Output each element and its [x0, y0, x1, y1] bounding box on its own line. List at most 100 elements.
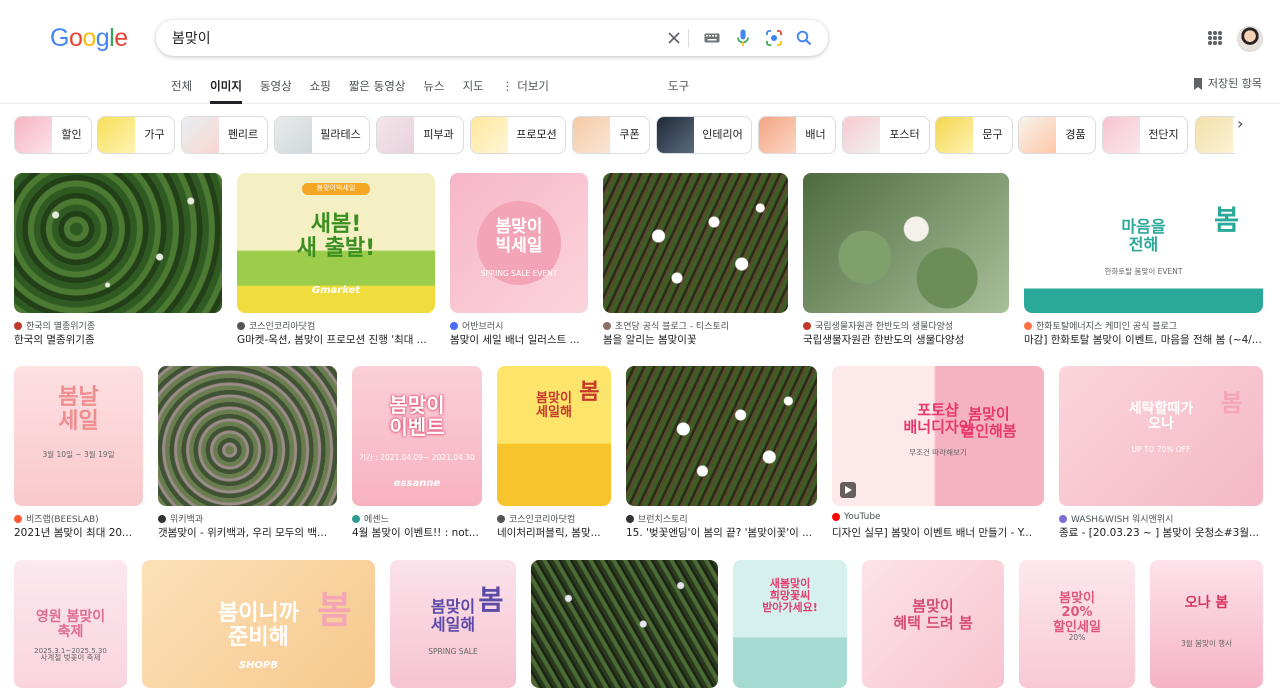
result-source[interactable]: 코스인코리아닷컴 [237, 319, 435, 332]
chip-label: 전단지 [1148, 128, 1179, 141]
result-thumbnail[interactable]: 봄맞이 세일해 봄 [497, 366, 611, 506]
chip-3[interactable]: 필라테스 [274, 116, 370, 154]
result-thumbnail[interactable]: 세탁할때가 오나 봄 UP TO 70% OFF [1059, 366, 1263, 506]
image-small-text: SPRING SALE [428, 646, 478, 656]
result-thumbnail[interactable]: 봄이니까 준비해 봄 SHOPB [142, 560, 375, 688]
result-thumbnail[interactable]: 영원 봄맞이 축제 사계절 벚꽃이 축제 2025.3.1~2025.5.30 [14, 560, 127, 688]
result-source[interactable]: 비즈랩(BEESLAB) [14, 512, 143, 525]
chip-8[interactable]: 배너 [758, 116, 836, 154]
result-source[interactable]: 코스인코리아닷컴 [497, 512, 611, 525]
result-title[interactable]: 종료 - [20.03.23 ~ ] 봄맞이 웃청소#3월... [1059, 525, 1263, 540]
chip-11[interactable]: 경품 [1018, 116, 1096, 154]
chip-6[interactable]: 쿠폰 [572, 116, 650, 154]
result-title[interactable]: 국립생물자원관 한반도의 생물다양성 [803, 332, 1009, 347]
result-thumbnail[interactable] [158, 366, 337, 506]
result-thumbnail[interactable] [531, 560, 718, 688]
result-source[interactable]: 에센느 [352, 512, 482, 525]
image-headline: 봄맞이 20% 할인세일 [1053, 591, 1101, 635]
chip-2[interactable]: 펜리르 [181, 116, 268, 154]
result-title[interactable]: G마켓-옥션, 봄맞이 프로모션 진행 '최대 ... [237, 332, 435, 347]
chip-7[interactable]: 인테리어 [656, 116, 752, 154]
result-thumbnail[interactable] [14, 173, 222, 313]
apps-grid-icon[interactable] [1208, 31, 1222, 45]
result-source[interactable]: 초연당 공식 블로그 - 티스토리 [603, 319, 788, 332]
source-name: 브런치스토리 [638, 515, 688, 525]
image-headline-2: 봄맞이 할인해봄 [961, 405, 1017, 440]
chip-1[interactable]: 가구 [97, 116, 175, 154]
avatar[interactable] [1237, 26, 1263, 52]
result-thumbnail[interactable]: 새봄맞이 희망꽃씨 받아가세요! [733, 560, 847, 688]
chevron-right-icon[interactable]: › [1237, 115, 1255, 133]
chip-label: 가구 [144, 128, 165, 141]
result-source[interactable]: WASH&WISH 워시앤위시 [1059, 512, 1263, 525]
chip-label: 피부과 [423, 128, 454, 141]
image-big-text: 봄 [317, 588, 352, 632]
saved-items-button[interactable]: 저장된 항목 [1193, 72, 1262, 96]
result-title[interactable]: 마감] 한화토탈 봄맞이 이벤트, 마음을 전해 봄 (~4/... [1024, 332, 1263, 347]
chip-thumbnail [573, 117, 610, 153]
chip-4[interactable]: 피부과 [376, 116, 464, 154]
result-title[interactable]: 갯봄맞이 - 위키백과, 우리 모두의 백... [158, 525, 337, 540]
chip-10[interactable]: 문구 [935, 116, 1013, 154]
result-title[interactable]: 2021년 봄맞이 최대 20... [14, 525, 143, 540]
source-name: 비즈랩(BEESLAB) [26, 515, 99, 525]
result-thumbnail[interactable]: 새봄! 새 출발! Gmarket 봄맞이빅세일 [237, 173, 435, 313]
google-logo[interactable]: Google [50, 24, 128, 53]
tab-short-videos[interactable]: 짧은 동영상 [349, 72, 406, 104]
microphone-icon[interactable] [733, 28, 753, 48]
chip-5[interactable]: 프로모션 [470, 116, 566, 154]
source-favicon-icon [1059, 514, 1067, 523]
tab-all[interactable]: 전체 [171, 72, 192, 104]
result-source[interactable]: 한화토탈에너지스 케미인 공식 블로그 [1024, 319, 1263, 332]
source-name: 위키백과 [170, 515, 204, 525]
tab-maps[interactable]: 지도 [463, 72, 484, 104]
result-thumbnail[interactable] [626, 366, 817, 506]
result-thumbnail[interactable]: 봄맞이 20% 할인세일 20% [1019, 560, 1135, 688]
result-title[interactable]: 한국의 멸종위기종 [14, 332, 222, 347]
chip-9[interactable]: 포스터 [842, 116, 930, 154]
keyboard-icon[interactable] [702, 28, 722, 48]
tab-videos[interactable]: 동영상 [260, 72, 292, 104]
tab-news[interactable]: 뉴스 [423, 72, 444, 104]
chip-thumbnail [98, 117, 135, 153]
result-thumbnail[interactable]: 봄맞이 혜택 드려 봄 [862, 560, 1004, 688]
tab-more[interactable]: ⋮ 더보기 [502, 72, 549, 104]
camera-lens-icon[interactable] [764, 28, 784, 48]
result-title[interactable]: 디자인 실무] 봄맞이 이벤트 배너 만들기 - Y... [832, 525, 1044, 540]
result-thumbnail[interactable] [803, 173, 1009, 313]
result-title[interactable]: 4월 봄맞이 이벤트!! : not... [352, 525, 482, 540]
result-source[interactable]: 국립생물자원관 한반도의 생물다양성 [803, 319, 1009, 332]
source-favicon-icon [497, 514, 505, 523]
result-source[interactable]: 한국의 멸종위기종 [14, 319, 222, 332]
tab-shopping[interactable]: 쇼핑 [310, 72, 331, 104]
result-thumbnail[interactable]: 봄맞이 세일해 봄 SPRING SALE [390, 560, 516, 688]
result-source[interactable]: 어반브러시 [450, 319, 588, 332]
result-thumbnail[interactable]: 봄맞이 이벤트 기간 : 2021.04.09~ 2021.04.30 essann… [352, 366, 482, 506]
image-small-text-2: 2025.3.1~2025.5.30 [34, 647, 107, 655]
tools-button[interactable]: 도구 [668, 72, 689, 100]
chip-partial[interactable] [1195, 116, 1235, 154]
clear-icon[interactable] [664, 28, 684, 48]
result-title[interactable]: 네이처리퍼블릭, 봄맞... [497, 525, 611, 540]
chip-0[interactable]: 할인 [14, 116, 92, 154]
result-thumbnail[interactable] [603, 173, 788, 313]
chip-thumbnail [1196, 117, 1233, 153]
result-source[interactable]: YouTube [832, 512, 1044, 522]
result-title[interactable]: 봄맞이 세일 배너 일러스트 ... [450, 332, 588, 347]
result-thumbnail[interactable]: 봄맞이 빅세일 SPRING SALE EVENT [450, 173, 588, 313]
source-favicon-icon [14, 321, 22, 330]
result-title[interactable]: 15. '벚꽃엔딩'이 봄의 끝? '봄맞이꽃'이 ... [626, 525, 817, 540]
image-headline: 봄맞이 빅세일 [495, 217, 543, 256]
chip-12[interactable]: 전단지 [1102, 116, 1188, 154]
result-source[interactable]: 위키백과 [158, 512, 337, 525]
more-vert-icon: ⋮ [501, 79, 514, 93]
search-input[interactable] [172, 28, 642, 48]
result-thumbnail[interactable]: 포토샵 배너디자인 봄맞이 할인해봄 무조건 따라해보기 [832, 366, 1044, 506]
result-thumbnail[interactable]: 오나 봄 3월 봄맞이 행사 [1150, 560, 1263, 688]
result-source[interactable]: 브런치스토리 [626, 512, 817, 525]
result-thumbnail[interactable]: 봄날 세일 3월 10일 ~ 3월 19일 [14, 366, 143, 506]
result-thumbnail[interactable]: 마음을 전해 봄 한화토탈 봄맞이 EVENT [1024, 173, 1263, 313]
tab-images[interactable]: 이미지 [210, 72, 242, 104]
result-title[interactable]: 봄을 알리는 봄맞이꽃 [603, 332, 788, 347]
search-icon[interactable] [794, 28, 814, 48]
